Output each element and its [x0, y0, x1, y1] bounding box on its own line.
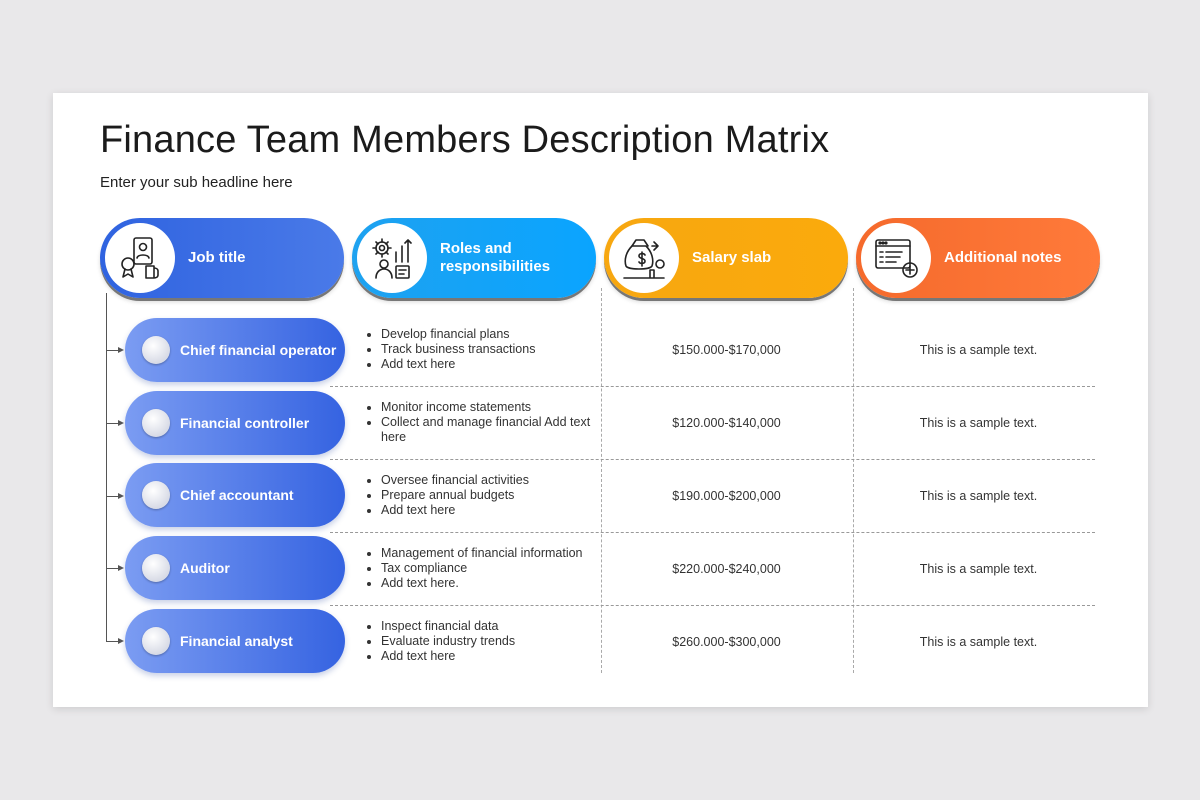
header-job-title: Job title	[100, 218, 344, 298]
role-item: Management of financial information	[381, 546, 583, 561]
job-title: Financial controller	[180, 415, 310, 431]
roles-list: Oversee financial activities Prepare ann…	[361, 473, 529, 518]
note-cell: This is a sample text.	[919, 561, 1038, 576]
role-item: Add text here	[381, 649, 515, 664]
role-item: Develop financial plans	[381, 327, 535, 342]
tree-arrow	[106, 419, 124, 426]
tree-arrow	[106, 346, 124, 353]
role-item: Evaluate industry trends	[381, 634, 515, 649]
bullet-dot	[142, 554, 170, 582]
salary-cell: $260.000-$300,000	[672, 634, 781, 649]
note-cell: This is a sample text.	[919, 415, 1038, 430]
header-roles: Roles and responsibilities	[352, 218, 596, 298]
salary-cell: $220.000-$240,000	[672, 561, 781, 576]
slide-title: Finance Team Members Description Matrix	[100, 119, 830, 161]
money-bag-icon	[609, 223, 679, 293]
gear-growth-icon	[357, 223, 427, 293]
roles-list: Inspect financial data Evaluate industry…	[361, 619, 515, 664]
header-notes: Additional notes	[856, 218, 1100, 298]
job-title: Financial analyst	[180, 633, 293, 649]
roles-cell: Monitor income statements Collect and ma…	[361, 386, 601, 459]
job-pill: Chief financial operator	[125, 318, 345, 382]
id-badge-icon	[105, 223, 175, 293]
role-item: Track business transactions	[381, 342, 535, 357]
job-title: Chief financial operator	[180, 342, 337, 358]
role-item: Tax compliance	[381, 561, 583, 576]
tree-connector	[106, 293, 107, 641]
header-label: Job title	[188, 249, 246, 266]
role-item: Inspect financial data	[381, 619, 515, 634]
roles-cell: Develop financial plans Track business t…	[361, 313, 601, 386]
roles-list: Monitor income statements Collect and ma…	[361, 400, 601, 445]
browser-add-icon	[861, 223, 931, 293]
job-title: Chief accountant	[180, 487, 294, 503]
salary-cell: $190.000-$200,000	[672, 488, 781, 503]
role-item: Add text here.	[381, 576, 583, 591]
header-label: Roles and responsibilities	[440, 240, 551, 275]
bullet-dot	[142, 336, 170, 364]
tree-arrow	[106, 492, 124, 499]
header-salary: Salary slab	[604, 218, 848, 298]
tree-arrow	[106, 637, 124, 644]
note-cell: This is a sample text.	[919, 488, 1038, 503]
header-label: Salary slab	[692, 249, 772, 266]
roles-cell: Inspect financial data Evaluate industry…	[361, 605, 601, 678]
job-pill: Financial controller	[125, 391, 345, 455]
role-item: Add text here	[381, 357, 535, 372]
salary-cell: $150.000-$170,000	[672, 342, 781, 357]
slide-subtitle: Enter your sub headline here	[100, 174, 293, 191]
slide: Finance Team Members Description Matrix …	[53, 93, 1148, 707]
job-pill: Financial analyst	[125, 609, 345, 673]
job-pill: Auditor	[125, 536, 345, 600]
header-label: Additional notes	[944, 249, 1062, 266]
job-pill: Chief accountant	[125, 463, 345, 527]
note-cell: This is a sample text.	[919, 342, 1038, 357]
tree-arrow	[106, 564, 124, 571]
job-title: Auditor	[180, 560, 230, 576]
role-item: Monitor income statements	[381, 400, 601, 415]
note-cell: This is a sample text.	[919, 634, 1038, 649]
roles-list: Management of financial information Tax …	[361, 546, 583, 591]
bullet-dot	[142, 409, 170, 437]
role-item: Oversee financial activities	[381, 473, 529, 488]
bullet-dot	[142, 481, 170, 509]
roles-cell: Oversee financial activities Prepare ann…	[361, 459, 601, 532]
roles-list: Develop financial plans Track business t…	[361, 327, 535, 372]
role-item: Prepare annual budgets	[381, 488, 529, 503]
bullet-dot	[142, 627, 170, 655]
roles-cell: Management of financial information Tax …	[361, 532, 601, 605]
role-item: Add text here	[381, 503, 529, 518]
salary-cell: $120.000-$140,000	[672, 415, 781, 430]
role-item: Collect and manage financial Add text he…	[381, 415, 601, 445]
